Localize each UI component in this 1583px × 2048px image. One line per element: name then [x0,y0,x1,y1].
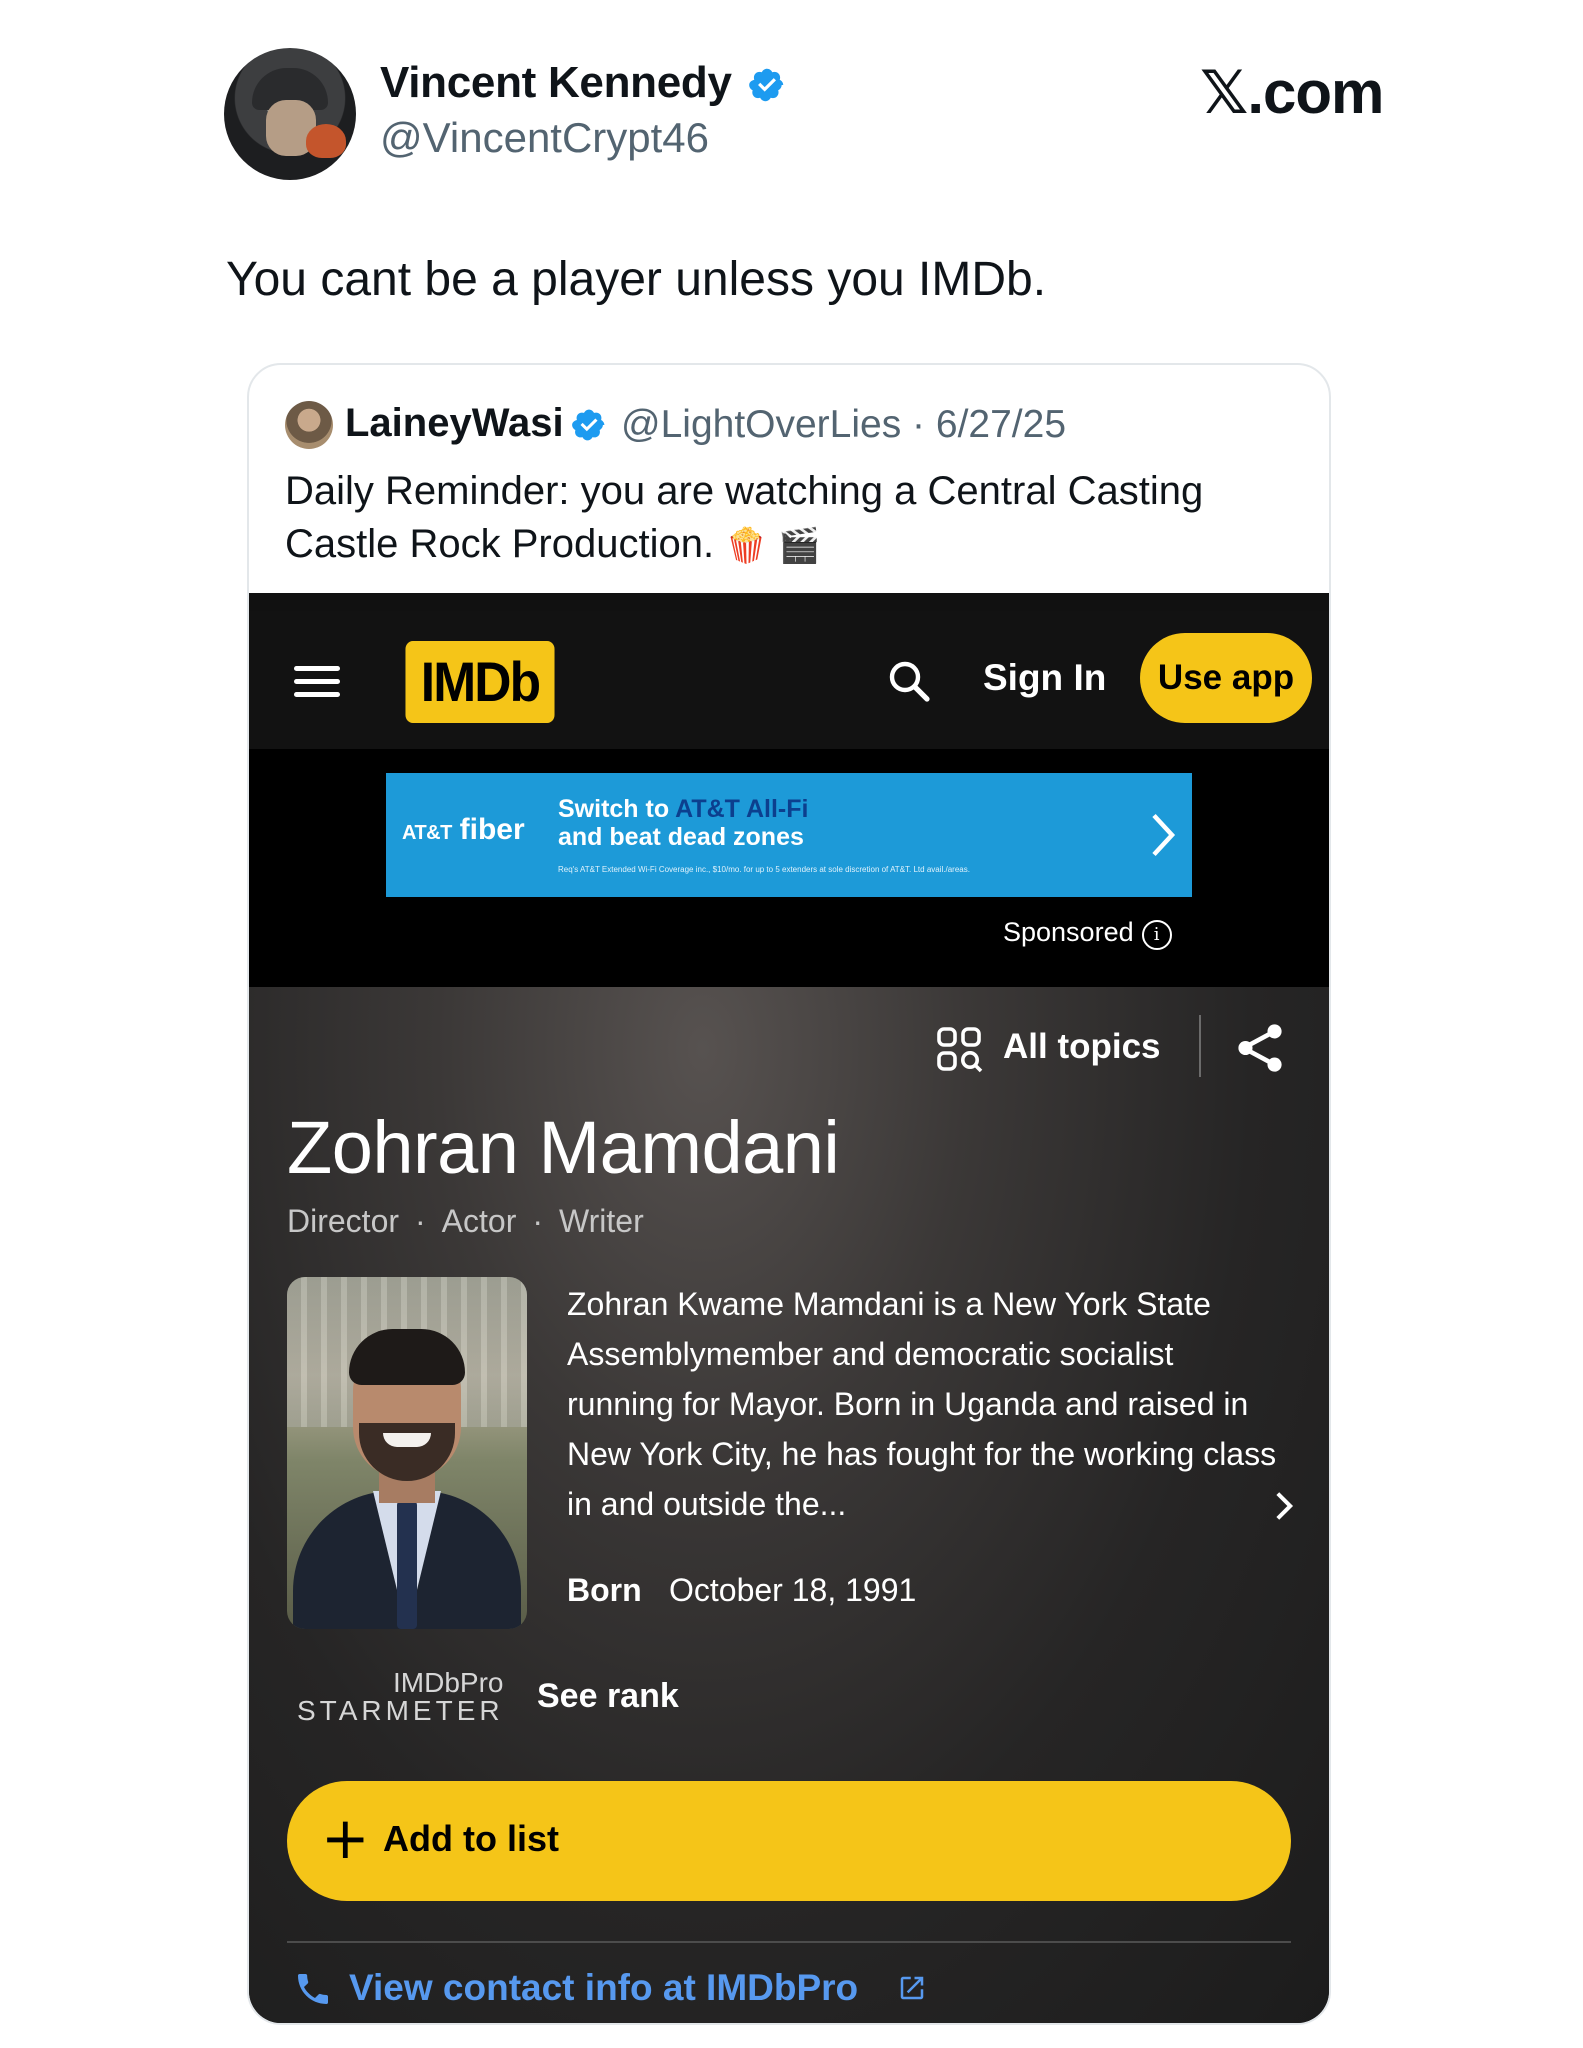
status-strip [249,593,1329,611]
role-separator: · [415,1203,426,1239]
ad-fine-print: Req's AT&T Extended Wi-Fi Coverage inc.,… [558,865,970,874]
person-profile-section: All topics Zohran Mamdani Director · Actor… [249,987,1329,2023]
quote-text: Daily Reminder: you are watching a Centr… [285,465,1295,573]
ad-headline-prefix: Switch to [558,795,670,823]
use-app-button[interactable]: Use app [1140,633,1312,723]
see-rank-link[interactable]: See rank [537,1677,679,1716]
role-director: Director [287,1203,400,1239]
person-roles: Director · Actor · Writer [287,1203,644,1240]
popcorn-clapper-emoji: 🍿 🎬 [725,526,821,566]
verified-badge-icon [572,409,605,441]
born-date[interactable]: October 18, 1991 [669,1572,916,1609]
ad-brand: AT&T fiber [402,813,525,847]
role-separator: · [532,1203,544,1239]
starmeter-label: STARMETER [297,1695,504,1726]
chevron-right-icon [1152,813,1176,857]
author-avatar[interactable] [224,48,356,180]
sponsored-text: Sponsored [1003,917,1134,947]
ad-brand-big: fiber [459,813,525,846]
person-bio[interactable]: Zohran Kwame Mamdani is a New York State… [567,1279,1287,1529]
quoted-media-imdb-screenshot[interactable]: IMDb Sign In Use app AT&T fiber Switch t… [249,593,1329,2023]
search-icon[interactable] [885,657,933,705]
imdb-logo[interactable]: IMDb [405,641,555,723]
x-site-label: 𝕏.com [1200,58,1384,128]
quote-author-avatar[interactable] [285,401,333,449]
sign-in-link[interactable]: Sign In [983,657,1106,699]
all-topics-link[interactable]: All topics [1003,1027,1161,1067]
quote-date[interactable]: 6/27/25 [936,403,1066,446]
role-writer: Writer [559,1203,644,1239]
author-handle[interactable]: @VincentCrypt46 [380,114,709,162]
quote-author-name[interactable]: LaineyWasi [345,401,564,446]
share-icon[interactable] [1235,1021,1285,1075]
meta-separator: · [901,403,936,446]
att-ad-banner[interactable]: AT&T fiber Switch to AT&T All-Fi and bea… [386,773,1192,897]
ad-brand-small: AT&T [402,822,452,844]
sponsored-label[interactable]: Sponsored i [1003,917,1172,950]
phone-icon [298,1974,328,2004]
view-contact-info-link[interactable]: View contact info at IMDbPro [349,1967,858,2009]
born-label: Born [567,1572,642,1608]
quote-author-handle[interactable]: @LightOverLies [621,403,901,446]
external-link-icon[interactable] [897,1973,927,2003]
tweet-text: You cant be a player unless you IMDb. [226,253,1047,306]
add-to-list-label: Add to list [383,1818,559,1859]
role-actor: Actor [441,1203,517,1239]
quote-author-meta: @LightOverLies · 6/27/25 [621,403,1066,447]
header-divider [1199,1015,1201,1077]
plus-icon: + [321,1804,370,1872]
info-icon[interactable]: i [1141,920,1172,950]
ad-headline: Switch to AT&T All-Fi and beat dead zone… [558,795,808,851]
verified-badge-icon [749,68,784,102]
person-headshot[interactable] [287,1277,527,1629]
section-divider [287,1941,1291,1943]
add-to-list-button[interactable]: + Add to list [287,1781,1291,1901]
hamburger-menu-icon[interactable] [294,666,340,698]
imdb-navbar: IMDb Sign In Use app [249,611,1329,749]
site-suffix: .com [1247,59,1384,126]
ad-headline-line2: and beat dead zones [558,823,804,851]
ad-headline-highlight: AT&T All-Fi [675,795,809,823]
person-name-heading: Zohran Mamdani [287,1106,840,1189]
x-logo-icon: 𝕏 [1200,58,1248,128]
all-topics-icon[interactable] [935,1025,983,1073]
chevron-right-icon[interactable] [1273,1489,1295,1523]
author-name[interactable]: Vincent Kennedy [380,58,732,108]
quoted-tweet-card[interactable]: LaineyWasi @LightOverLies · 6/27/25 Dail… [247,363,1331,2025]
ad-section: AT&T fiber Switch to AT&T All-Fi and bea… [249,749,1329,987]
